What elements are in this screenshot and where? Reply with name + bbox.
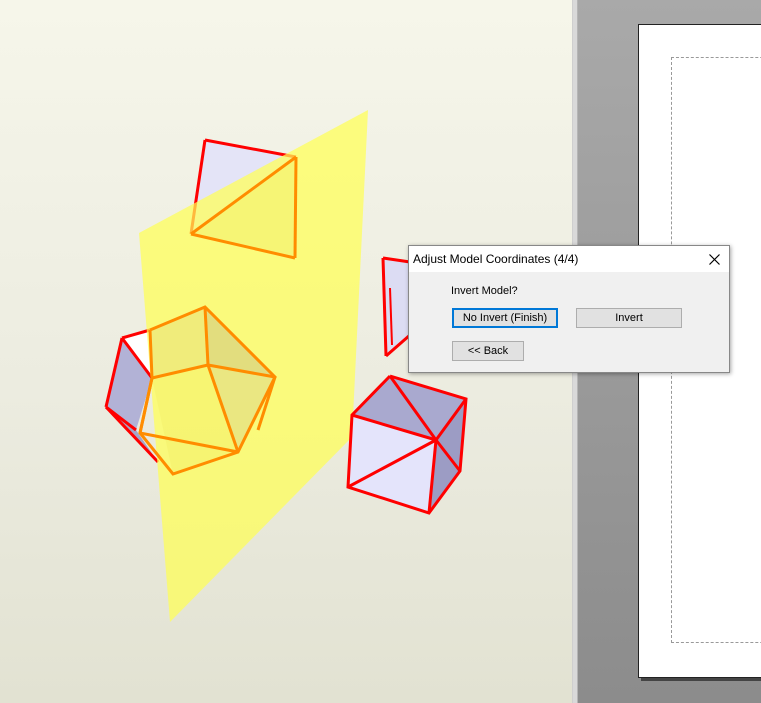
adjust-model-coordinates-dialog: Adjust Model Coordinates (4/4) Invert Mo… (408, 245, 730, 373)
hidden-part (381, 256, 411, 358)
dialog-titlebar[interactable]: Adjust Model Coordinates (4/4) (409, 246, 729, 272)
invert-model-prompt: Invert Model? (451, 285, 518, 297)
no-invert-finish-button[interactable]: No Invert (Finish) (452, 308, 558, 328)
back-button[interactable]: << Back (452, 341, 524, 361)
close-icon[interactable] (699, 246, 729, 272)
dialog-title: Adjust Model Coordinates (4/4) (413, 252, 579, 266)
invert-button[interactable]: Invert (576, 308, 682, 328)
cube-part (346, 374, 468, 515)
